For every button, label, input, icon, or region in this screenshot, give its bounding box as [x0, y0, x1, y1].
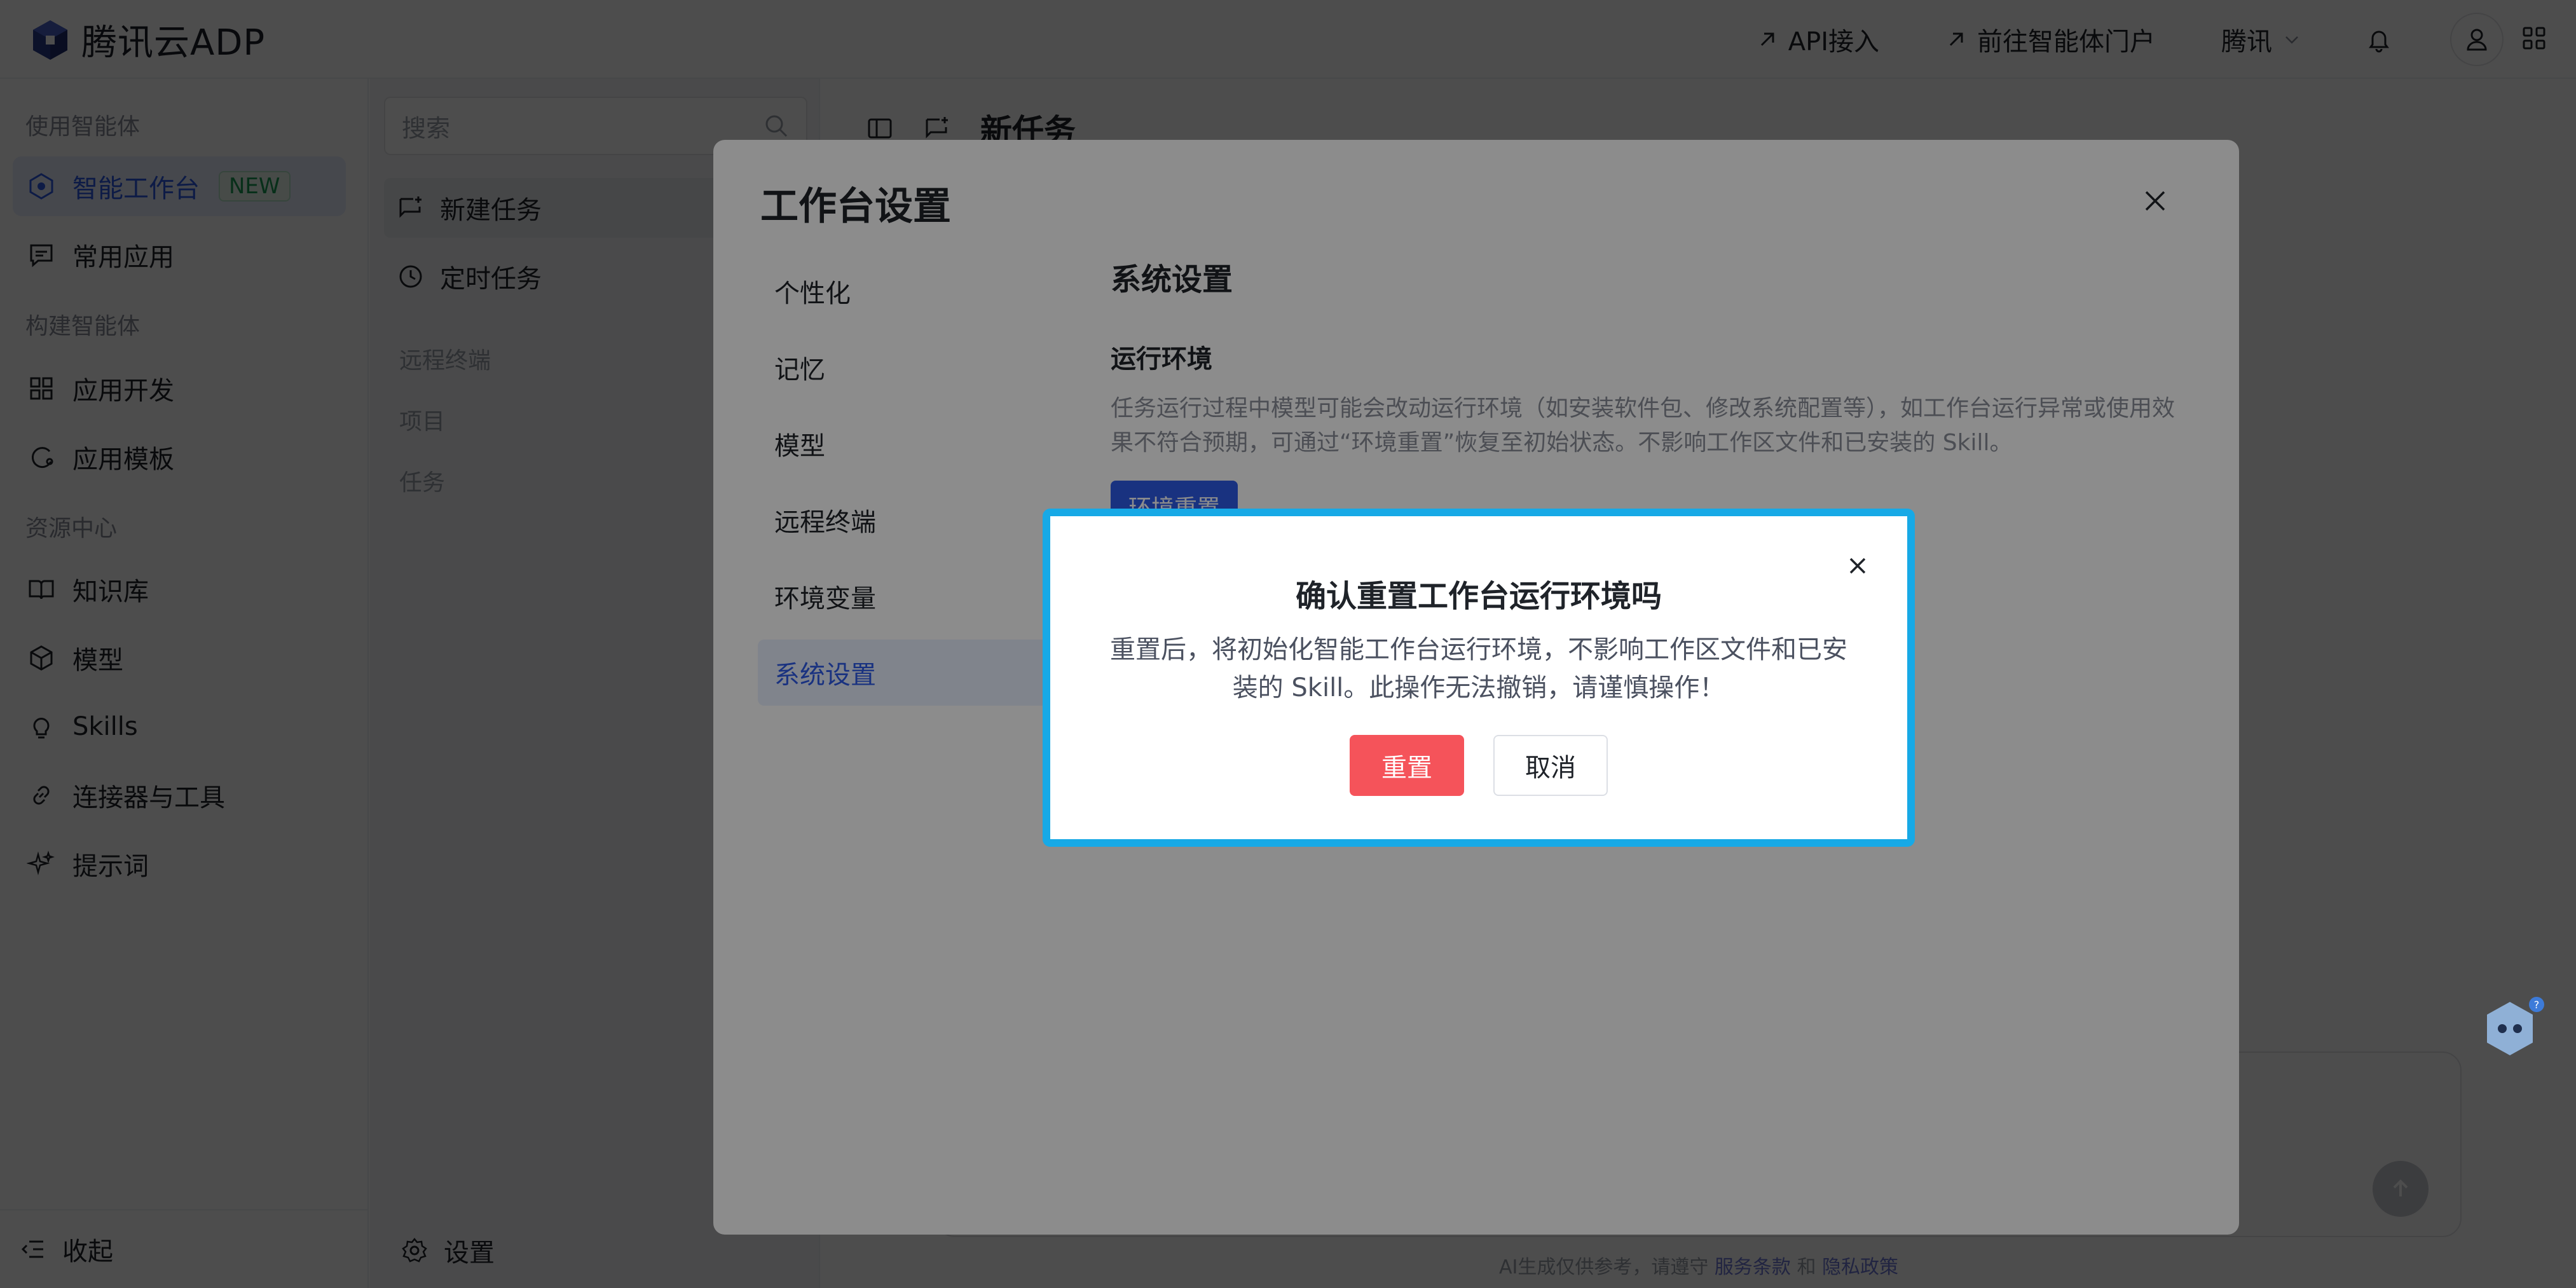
confirm-reset-dialog: 确认重置工作台运行环境吗 重置后，将初始化智能工作台运行环境，不影响工作区文件和… [1043, 509, 1915, 847]
confirm-close-button[interactable] [1844, 552, 1872, 580]
confirm-message: 重置后，将初始化智能工作台运行环境，不影响工作区文件和已安装的 Skill。此操… [1110, 635, 1847, 702]
close-icon [1849, 558, 1866, 574]
svg-text:?: ? [2534, 999, 2540, 1011]
confirm-actions: 重置 取消 [1050, 735, 1907, 796]
help-assistant-button[interactable]: ? [2478, 996, 2548, 1065]
confirm-title: 确认重置工作台运行环境吗 [1295, 579, 1662, 614]
robot-assistant-icon: ? [2487, 997, 2544, 1055]
cancel-button[interactable]: 取消 [1493, 735, 1608, 796]
reset-button[interactable]: 重置 [1350, 735, 1464, 796]
